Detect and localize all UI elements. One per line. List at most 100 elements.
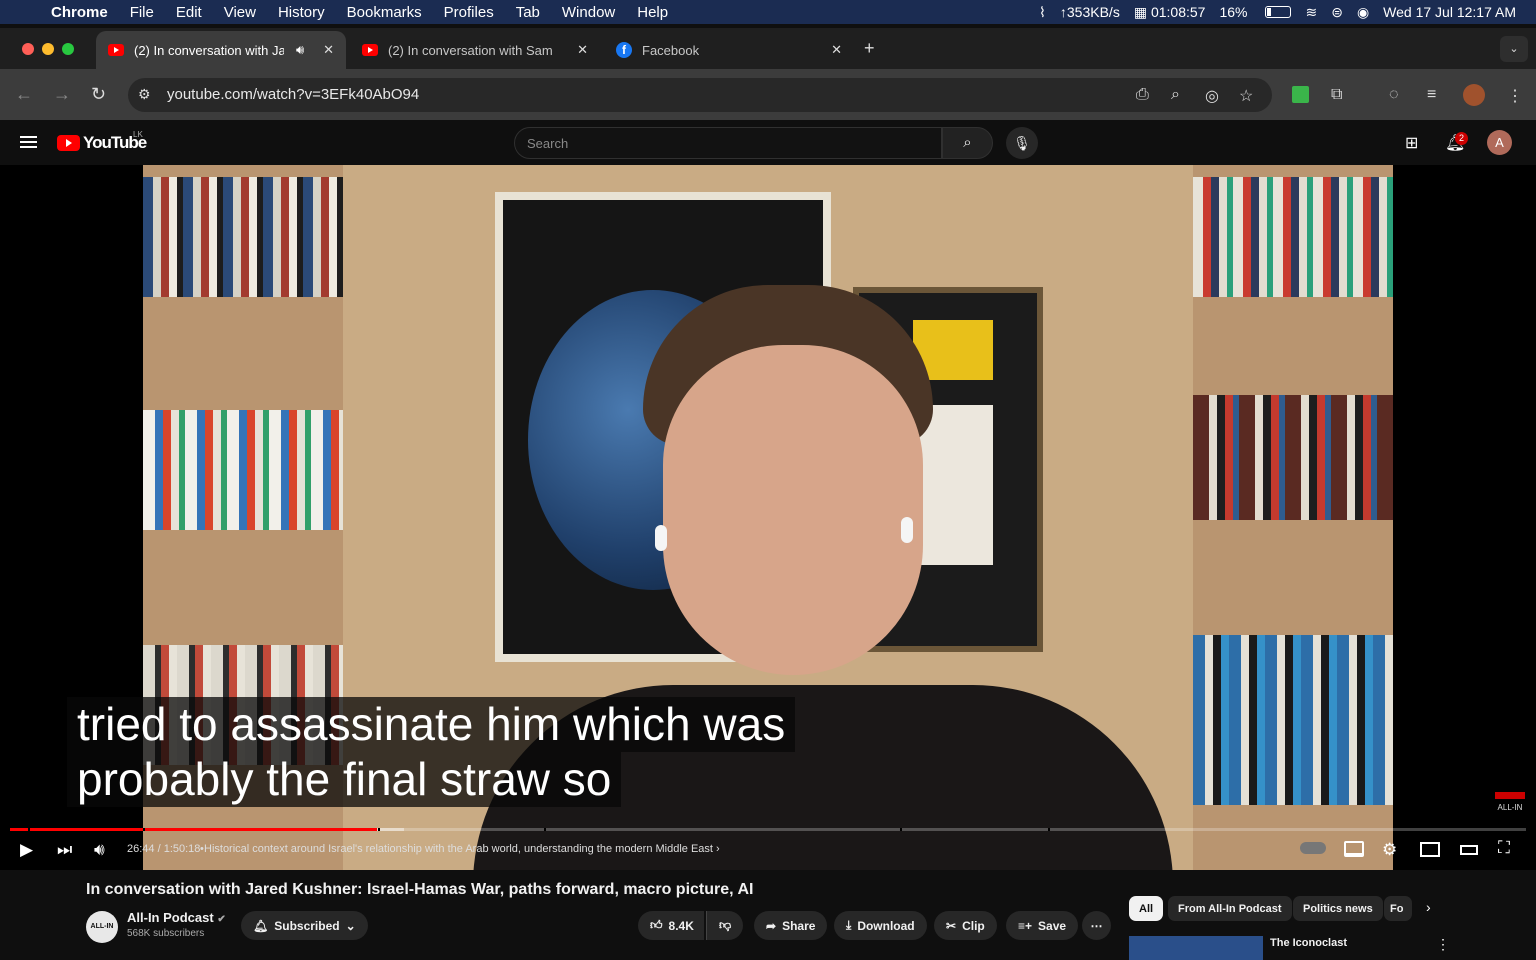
close-tab-icon[interactable]: ✕: [577, 42, 588, 58]
play-button[interactable]: ▶: [20, 840, 33, 860]
close-tab-icon[interactable]: ✕: [831, 42, 842, 58]
fullscreen-icon[interactable]: ⛶: [1498, 838, 1510, 858]
menu-help[interactable]: Help: [626, 4, 679, 21]
watermark-text: ALL-IN: [1497, 803, 1523, 812]
voice-search-button[interactable]: 🎙︎: [1006, 127, 1038, 159]
timer-readout[interactable]: ▦ 01:08:57: [1134, 4, 1206, 21]
clip-button[interactable]: ✂ Clip: [934, 911, 997, 940]
chrome-menu-icon[interactable]: ⋮: [1507, 86, 1523, 106]
chapter-marker: [28, 828, 30, 831]
profile-avatar[interactable]: [1463, 84, 1485, 106]
timer-value: 01:08:57: [1150, 3, 1206, 20]
extensions-puzzle-icon[interactable]: ⧉: [1331, 86, 1342, 104]
control-center-icon[interactable]: ⊜: [1331, 4, 1343, 21]
recommendation-thumbnail[interactable]: [1129, 936, 1263, 960]
create-video-icon[interactable]: ⊞: [1405, 133, 1418, 153]
paperclip-icon[interactable]: ⌇: [1039, 4, 1046, 21]
menu-bookmarks[interactable]: Bookmarks: [336, 4, 433, 21]
network-speed[interactable]: ↑353KB/s: [1060, 4, 1120, 20]
url-text[interactable]: youtube.com/watch?v=3EFk40AbO94: [167, 86, 419, 103]
battery-icon[interactable]: [1265, 6, 1292, 18]
channel-avatar[interactable]: ALL-IN: [86, 911, 118, 943]
chapter-title[interactable]: Historical context around Israel's relat…: [204, 843, 720, 855]
battery-percent[interactable]: 16%: [1219, 4, 1247, 20]
dislike-button[interactable]: 👎︎: [706, 911, 744, 940]
menu-profiles[interactable]: Profiles: [433, 4, 505, 21]
progress-bar[interactable]: [10, 828, 1526, 831]
volume-icon[interactable]: 🔊︎: [94, 840, 105, 860]
bookmark-star-icon[interactable]: ☆: [1239, 86, 1253, 106]
autoplay-toggle[interactable]: [1300, 842, 1326, 854]
subtitles-cc-button[interactable]: [1344, 841, 1364, 857]
zoom-window-button[interactable]: [62, 43, 74, 55]
facebook-favicon: f: [616, 42, 632, 58]
close-window-button[interactable]: [22, 43, 34, 55]
menu-history[interactable]: History: [267, 4, 336, 21]
minimize-window-button[interactable]: [42, 43, 54, 55]
chips-next-chevron-icon[interactable]: ›: [1426, 899, 1431, 915]
tab-title: (2) In conversation with Ja: [134, 42, 284, 58]
tab-youtube-kushner[interactable]: (2) In conversation with Ja 🔊︎ ✕: [96, 31, 346, 69]
tab-youtube-sam[interactable]: (2) In conversation with Sam ✕: [350, 31, 600, 69]
books-left-mid: [143, 410, 343, 530]
save-button[interactable]: ≡+ Save: [1006, 911, 1079, 940]
time-display: 26:44 / 1:50:18: [127, 843, 201, 855]
new-tab-button[interactable]: +: [864, 38, 875, 59]
site-settings-icon[interactable]: ⚙: [138, 86, 151, 103]
recommendation-title[interactable]: The Iconoclast: [1270, 937, 1347, 949]
search-input[interactable]: [515, 128, 941, 159]
search-icon: ⌕: [963, 134, 972, 151]
chip-politics-news[interactable]: Politics news: [1293, 896, 1383, 921]
wifi-icon[interactable]: ≋: [1305, 4, 1317, 21]
channel-name[interactable]: All-In Podcast ✔: [127, 910, 226, 925]
share-button[interactable]: ➦ Share: [754, 911, 828, 940]
install-app-icon[interactable]: ⎙: [1136, 86, 1149, 104]
settings-gear-icon[interactable]: ⚙: [1382, 840, 1397, 860]
recommendation-menu-icon[interactable]: ⋮: [1436, 936, 1450, 953]
tab-title: (2) In conversation with Sam: [388, 42, 553, 58]
tab-facebook[interactable]: f Facebook ✕: [604, 31, 854, 69]
tab-search-button[interactable]: ⌄: [1500, 36, 1528, 62]
microphone-icon: 🎙︎: [1013, 135, 1031, 151]
search-button[interactable]: ⌕: [942, 127, 993, 159]
menu-app-chrome[interactable]: Chrome: [40, 4, 119, 21]
theater-mode-icon[interactable]: [1460, 845, 1478, 855]
menu-edit[interactable]: Edit: [165, 4, 213, 21]
books-right-top: [1193, 177, 1393, 297]
menu-window[interactable]: Window: [551, 4, 626, 21]
menu-file[interactable]: File: [119, 4, 165, 21]
datetime[interactable]: Wed 17 Jul 12:17 AM: [1383, 4, 1516, 20]
back-button[interactable]: ←: [15, 84, 33, 105]
media-queue-icon[interactable]: ≡: [1427, 86, 1436, 104]
menu-view[interactable]: View: [213, 4, 267, 21]
download-button[interactable]: ⤓ Download: [834, 911, 927, 940]
forward-button[interactable]: →: [53, 84, 71, 105]
channel-name-text: All-In Podcast: [127, 910, 214, 925]
chip-truncated[interactable]: Fo: [1384, 896, 1412, 921]
tab-title: Facebook: [642, 42, 700, 58]
account-avatar[interactable]: A: [1487, 130, 1512, 155]
books-right-mid: [1193, 395, 1393, 520]
search-box: [514, 127, 942, 159]
channel-watermark[interactable]: ALL-IN: [1494, 792, 1526, 812]
chip-from-channel[interactable]: From All-In Podcast: [1168, 896, 1292, 921]
youtube-logo-icon[interactable]: [57, 135, 80, 151]
subscribed-button[interactable]: 🔔︎ Subscribed ⌄: [241, 911, 368, 940]
performance-icon[interactable]: ◌: [1389, 86, 1399, 104]
chapter-title-text: Historical context around Israel's relat…: [204, 843, 713, 855]
zoom-icon[interactable]: ⌕: [1171, 86, 1180, 104]
menu-tab[interactable]: Tab: [505, 4, 551, 21]
siri-icon[interactable]: ◉: [1357, 4, 1369, 21]
audio-playing-icon[interactable]: 🔊︎: [296, 42, 304, 58]
chip-all[interactable]: All: [1129, 896, 1164, 921]
tracking-protection-icon[interactable]: ◎: [1205, 86, 1219, 106]
next-video-button[interactable]: ⏭︎: [57, 840, 72, 860]
extension-green-icon[interactable]: [1292, 86, 1309, 103]
more-actions-button[interactable]: ⋯: [1082, 911, 1111, 940]
chapter-marker: [544, 828, 546, 831]
guide-menu-icon[interactable]: [20, 136, 37, 148]
reload-button[interactable]: ↻: [91, 84, 106, 105]
like-button[interactable]: 👍︎ 8.4K: [638, 911, 704, 940]
miniplayer-icon[interactable]: [1420, 842, 1440, 857]
close-tab-icon[interactable]: ✕: [323, 42, 334, 58]
